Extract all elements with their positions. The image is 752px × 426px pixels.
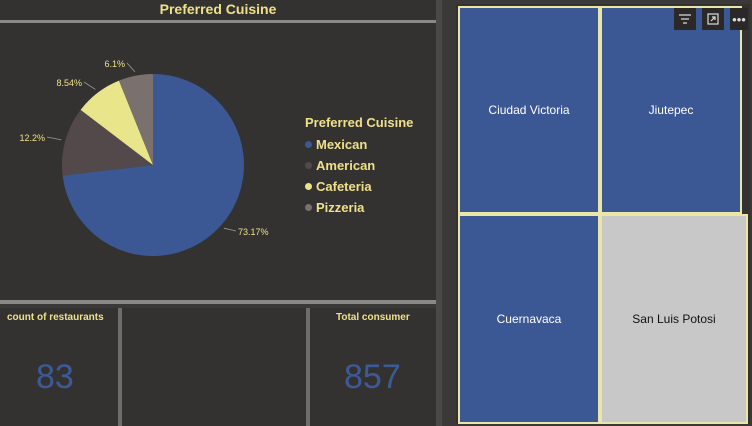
leader-line — [223, 227, 237, 232]
pie-data-label: 73.17% — [238, 227, 269, 237]
pie-chart-visual[interactable]: Preferred Cuisine 73.17% 12.2% 8.54% 6.1% P… — [0, 0, 440, 304]
legend-label: Mexican — [316, 137, 368, 152]
kpi-total-consumer[interactable]: Total consumer 857 — [310, 308, 436, 426]
legend-label: Pizzeria — [316, 200, 365, 215]
filter-icon[interactable] — [674, 8, 696, 30]
tile-label: Cuernavaca — [496, 312, 562, 326]
kpi-count-value: 83 — [36, 358, 74, 396]
legend-item-american[interactable]: American — [305, 155, 413, 176]
legend-label: American — [316, 158, 376, 173]
kpi-total-label: Total consumer — [336, 312, 410, 323]
tile-label: Jiutepec — [648, 103, 694, 117]
legend-marker — [305, 141, 312, 148]
focus-mode-icon[interactable] — [702, 8, 724, 30]
treemap-visual[interactable]: Ciudad Victoria Jiutepec Cuernavaca San … — [456, 4, 750, 424]
more-options-icon[interactable]: ••• — [730, 8, 748, 30]
pie-data-label: 8.54% — [56, 78, 82, 88]
legend-item-pizzeria[interactable]: Pizzeria — [305, 197, 413, 218]
kpi-count-restaurants[interactable]: count of restaurants 83 — [0, 308, 118, 426]
treemap-tile[interactable]: San Luis Potosi — [600, 214, 748, 424]
treemap-tile[interactable]: Ciudad Victoria — [458, 6, 600, 214]
treemap-tile[interactable]: Jiutepec — [600, 6, 742, 214]
legend-marker — [305, 204, 312, 211]
leader-line — [126, 62, 136, 73]
kpi-count-label: count of restaurants — [7, 312, 104, 323]
pie-legend: Preferred Cuisine Mexican American Cafeter… — [305, 115, 413, 218]
pie-data-label: 6.1% — [104, 59, 125, 69]
treemap-tile[interactable]: Cuernavaca — [458, 214, 600, 424]
leader-line — [83, 81, 96, 90]
legend-label: Cafeteria — [316, 179, 372, 194]
legend-marker — [305, 183, 312, 190]
tile-label: Ciudad Victoria — [488, 103, 570, 117]
pie-data-label: 12.2% — [19, 133, 45, 143]
kpi-empty-card — [122, 308, 306, 426]
kpi-total-value: 857 — [344, 358, 401, 396]
tile-label: San Luis Potosi — [632, 312, 716, 326]
legend-item-mexican[interactable]: Mexican — [305, 134, 413, 155]
leader-line — [46, 136, 62, 141]
resize-handle[interactable] — [436, 0, 442, 426]
legend-item-cafeteria[interactable]: Cafeteria — [305, 176, 413, 197]
legend-title: Preferred Cuisine — [305, 115, 414, 130]
legend-marker — [305, 162, 312, 169]
